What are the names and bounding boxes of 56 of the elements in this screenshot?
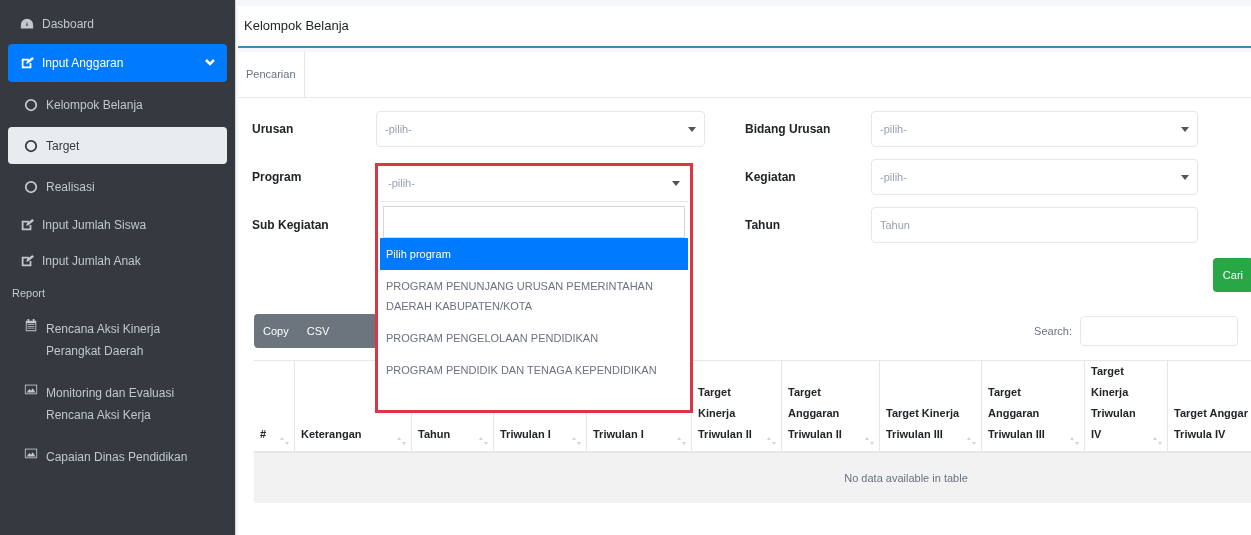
- dropdown-option[interactable]: Pilih program: [380, 238, 688, 270]
- dropdown-option[interactable]: PROGRAM PENGELOLAAN PENDIDIKAN: [380, 322, 688, 354]
- field-label: Program: [252, 169, 303, 186]
- edit-icon: [20, 56, 34, 70]
- sidebar-item[interactable]: Target: [8, 127, 227, 164]
- sort-icon: [967, 437, 977, 445]
- dropdown-option[interactable]: PROGRAM PENUNJANG URUSAN PEMERINTAHAN DAERAH KABUPATEN/KOTA: [380, 270, 688, 322]
- search-label: Search:: [1034, 323, 1072, 339]
- sidebar-item[interactable]: Input Jumlah Anak: [8, 245, 227, 277]
- sort-icon: [865, 437, 875, 445]
- dashboard-icon: [20, 17, 34, 31]
- column-header[interactable]: Target Kinerja Triwulan IV: [1085, 361, 1168, 451]
- sort-icon: [1153, 437, 1163, 445]
- page-title: Kelompok Belanja: [244, 17, 349, 36]
- caret-icon: [672, 181, 680, 186]
- sidebar-item[interactable]: Monitoring dan Evaluasi Rencana Aksi Kerja: [8, 373, 227, 434]
- export-button[interactable]: Copy: [254, 314, 298, 348]
- column-header[interactable]: #: [254, 361, 295, 451]
- field-label: Sub Kegiatan: [252, 217, 330, 234]
- sidebar-item[interactable]: Input Jumlah Siswa: [8, 209, 227, 241]
- circle-icon: [24, 138, 38, 153]
- empty-message: No data available in table: [844, 470, 968, 486]
- calendar-icon: [24, 317, 38, 332]
- search-field[interactable]: [1080, 316, 1238, 346]
- input-field[interactable]: Tahun: [871, 207, 1198, 243]
- sidebar-item[interactable]: Input Anggaran: [8, 44, 227, 82]
- field-label: Tahun: [745, 217, 782, 234]
- field-label: Kegiatan: [745, 169, 797, 186]
- circle-icon: [24, 179, 38, 194]
- sidebar-item[interactable]: Capaian Dinas Pendidikan: [8, 437, 227, 476]
- sort-icon: [280, 437, 290, 445]
- sort-icon: [767, 437, 777, 445]
- circle-icon: [24, 97, 38, 112]
- column-header[interactable]: Target Kinerja Triwulan III: [880, 361, 982, 451]
- edit-icon: [20, 218, 34, 232]
- sort-icon: [1070, 437, 1080, 445]
- column-header[interactable]: Target Anggaran Triwulan II: [782, 361, 880, 451]
- field-label: Urusan: [252, 121, 295, 138]
- sort-icon: [397, 437, 407, 445]
- edit-icon: [20, 254, 34, 268]
- sidebar-item[interactable]: Realisasi: [8, 168, 227, 205]
- sidebar-item[interactable]: Rencana Aksi Kinerja Perangkat Daerah: [8, 309, 227, 370]
- caret-icon: [688, 126, 696, 132]
- sort-icon: [479, 437, 489, 445]
- field-label: Bidang Urusan: [745, 121, 832, 138]
- sidebar-item[interactable]: Dasboard: [8, 8, 227, 40]
- sort-icon: [572, 437, 582, 445]
- caret-icon: [1181, 126, 1189, 132]
- sidebar-header: Report: [11, 286, 47, 301]
- caret-icon: [1181, 174, 1189, 180]
- column-header[interactable]: Target Anggar Triwula IV: [1168, 361, 1251, 451]
- dropdown-search-field[interactable]: [383, 206, 685, 238]
- sidebar-item[interactable]: Kelompok Belanja: [8, 86, 227, 123]
- column-header[interactable]: Target Anggaran Triwulan III: [982, 361, 1085, 451]
- export-button[interactable]: CSV: [297, 314, 339, 348]
- sort-icon: [677, 437, 687, 445]
